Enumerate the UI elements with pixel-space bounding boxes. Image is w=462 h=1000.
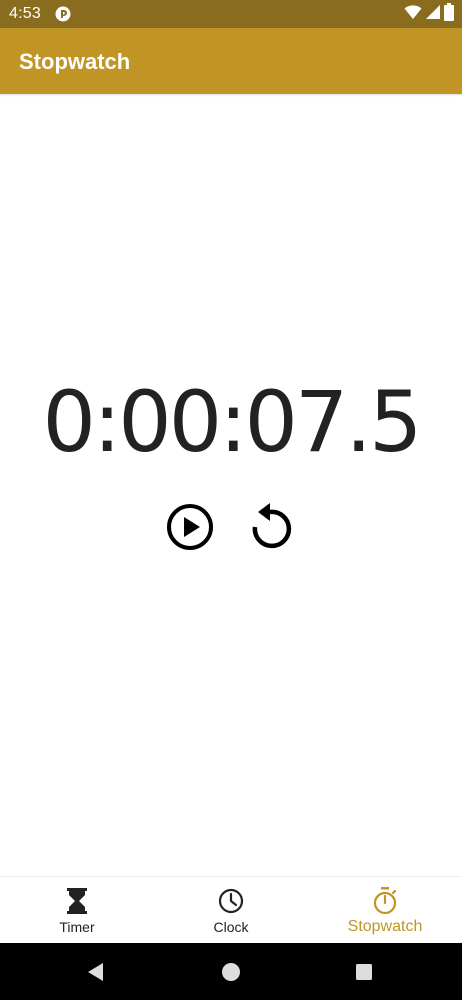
nav-label-clock: Clock [213,919,249,935]
reset-button[interactable] [245,502,295,552]
system-home-button[interactable] [219,960,243,984]
wifi-icon [404,4,422,25]
hourglass-icon [63,887,91,915]
system-recents-button[interactable] [352,960,376,984]
signal-icon [425,4,441,25]
nav-label-stopwatch: Stopwatch [347,918,423,935]
system-navigation-bar [0,943,462,1000]
nav-item-stopwatch[interactable]: Stopwatch [308,877,462,944]
screen: 4:53 Stopwatch 0:00:07.5 Timer Clock Sto… [0,0,462,1000]
back-triangle-icon [88,963,103,981]
app-bar: Stopwatch [0,28,462,94]
status-bar: 4:53 [0,0,462,28]
nav-label-timer: Timer [59,919,95,935]
battery-icon [444,2,454,26]
status-time: 4:53 [9,5,41,22]
nav-item-timer[interactable]: Timer [0,877,154,944]
play-icon [167,504,213,550]
play-button[interactable] [165,502,215,552]
reset-icon [252,503,292,549]
stopwatch-controls [0,502,462,552]
page-title: Stopwatch [19,49,131,74]
nav-item-clock[interactable]: Clock [154,877,308,944]
system-back-button[interactable] [84,960,108,984]
notification-icon [55,6,71,22]
status-icons [404,2,454,26]
home-circle-icon [222,963,240,981]
bottom-navigation: Timer Clock Stopwatch [0,876,462,944]
recents-square-icon [356,964,372,980]
stopwatch-icon [371,887,399,915]
clock-icon [217,887,245,915]
elapsed-time-display: 0:00:07.5 [42,373,423,471]
